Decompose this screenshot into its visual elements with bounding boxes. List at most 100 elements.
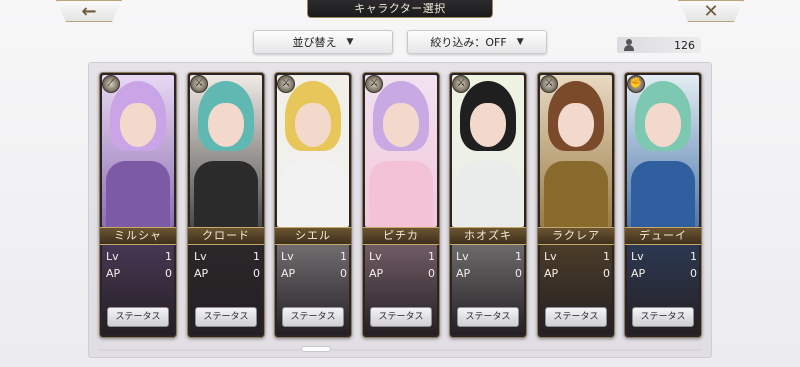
ap-value: 0 <box>603 267 610 280</box>
level-label: Lv <box>544 250 557 263</box>
character-name: ホオズキ <box>450 227 526 245</box>
level-value: 1 <box>690 250 697 263</box>
ap-value: 0 <box>165 267 172 280</box>
character-portrait <box>102 75 174 227</box>
character-portrait <box>452 75 524 227</box>
portrait-face <box>295 103 331 147</box>
ap-row: AP 0 <box>456 267 522 281</box>
character-portrait <box>627 75 699 227</box>
character-name: ピチカ <box>363 227 439 245</box>
character-card[interactable]: ⚔ クロード Lv 1 AP 0 ステータス <box>187 72 265 338</box>
sword-icon: ⚔ <box>540 75 558 93</box>
scrollbar-thumb[interactable] <box>301 346 331 352</box>
ap-label: AP <box>281 267 296 280</box>
ap-value: 0 <box>690 267 697 280</box>
character-card[interactable]: ⟋ ミルシャ Lv 1 AP 0 ステータス <box>99 72 177 338</box>
character-card[interactable]: ⚔ シエル Lv 1 AP 0 ステータス <box>274 72 352 338</box>
status-button[interactable]: ステータス <box>107 307 169 327</box>
portrait-outfit <box>544 161 608 227</box>
level-value: 1 <box>515 250 522 263</box>
ap-label: AP <box>194 267 209 280</box>
character-card[interactable]: ⚔ ピチカ Lv 1 AP 0 ステータス <box>362 72 440 338</box>
filter-label: 絞り込み：OFF <box>430 36 507 49</box>
gauntlet-icon: ✊ <box>627 75 645 93</box>
portrait-outfit <box>369 161 433 227</box>
ap-label: AP <box>544 267 559 280</box>
portrait-face <box>120 103 156 147</box>
status-button[interactable]: ステータス <box>195 307 257 327</box>
character-portrait <box>365 75 437 227</box>
status-button[interactable]: ステータス <box>545 307 607 327</box>
sword-icon: ⚔ <box>365 75 383 93</box>
chevron-down-icon: ▼ <box>346 37 354 47</box>
ap-row: AP 0 <box>544 267 610 281</box>
sword-icon: ⚔ <box>277 75 295 93</box>
character-name: ミルシャ <box>100 227 176 245</box>
character-card[interactable]: ✊ デューイ Lv 1 AP 0 ステータス <box>624 72 702 338</box>
status-button[interactable]: ステータス <box>370 307 432 327</box>
ap-label: AP <box>369 267 384 280</box>
level-row: Lv 1 <box>544 250 610 264</box>
person-icon <box>623 39 635 51</box>
status-button[interactable]: ステータス <box>282 307 344 327</box>
level-row: Lv 1 <box>456 250 522 264</box>
status-button[interactable]: ステータス <box>632 307 694 327</box>
ap-label: AP <box>631 267 646 280</box>
portrait-face <box>645 103 681 147</box>
level-value: 1 <box>603 250 610 263</box>
sword-icon: ⚔ <box>190 75 208 93</box>
ap-row: AP 0 <box>194 267 260 281</box>
scroll-track <box>98 349 702 351</box>
ap-row: AP 0 <box>631 267 697 281</box>
ap-label: AP <box>456 267 471 280</box>
ap-value: 0 <box>428 267 435 280</box>
level-row: Lv 1 <box>281 250 347 264</box>
character-portrait <box>190 75 262 227</box>
ap-value: 0 <box>253 267 260 280</box>
portrait-outfit <box>106 161 170 227</box>
character-name: シエル <box>275 227 351 245</box>
sort-dropdown[interactable]: 並び替え ▼ <box>253 30 393 54</box>
portrait-face <box>558 103 594 147</box>
portrait-outfit <box>631 161 695 227</box>
level-value: 1 <box>253 250 260 263</box>
staff-icon: ⟋ <box>102 75 120 93</box>
level-label: Lv <box>456 250 469 263</box>
portrait-outfit <box>281 161 345 227</box>
character-name: ラクレア <box>538 227 614 245</box>
ap-row: AP 0 <box>369 267 435 281</box>
level-value: 1 <box>340 250 347 263</box>
character-card[interactable]: ⚔ ホオズキ Lv 1 AP 0 ステータス <box>449 72 527 338</box>
level-row: Lv 1 <box>194 250 260 264</box>
level-label: Lv <box>631 250 644 263</box>
character-name: クロード <box>188 227 264 245</box>
level-value: 1 <box>165 250 172 263</box>
ap-value: 0 <box>340 267 347 280</box>
status-button[interactable]: ステータス <box>457 307 519 327</box>
character-select-screen: ← キャラクター選択 ✕ 並び替え ▼ 絞り込み：OFF ▼ 126 ⟋ ミルシ… <box>0 0 800 367</box>
close-button[interactable]: ✕ <box>678 0 744 22</box>
level-row: Lv 1 <box>369 250 435 264</box>
chevron-down-icon: ▼ <box>516 37 524 47</box>
sword-icon: ⚔ <box>452 75 470 93</box>
close-icon: ✕ <box>703 0 719 22</box>
portrait-outfit <box>194 161 258 227</box>
ap-row: AP 0 <box>106 267 172 281</box>
level-label: Lv <box>281 250 294 263</box>
level-row: Lv 1 <box>106 250 172 264</box>
filter-dropdown[interactable]: 絞り込み：OFF ▼ <box>407 30 547 54</box>
portrait-face <box>208 103 244 147</box>
ap-row: AP 0 <box>281 267 347 281</box>
character-name: デューイ <box>625 227 701 245</box>
level-value: 1 <box>428 250 435 263</box>
level-label: Lv <box>369 250 382 263</box>
character-card[interactable]: ⚔ ラクレア Lv 1 AP 0 ステータス <box>537 72 615 338</box>
sort-label: 並び替え <box>292 36 337 49</box>
page-title: キャラクター選択 <box>307 0 493 18</box>
level-label: Lv <box>194 250 207 263</box>
owned-character-count: 126 <box>617 37 701 53</box>
portrait-outfit <box>456 161 520 227</box>
ap-label: AP <box>106 267 121 280</box>
back-button[interactable]: ← <box>56 0 122 22</box>
character-portrait <box>277 75 349 227</box>
